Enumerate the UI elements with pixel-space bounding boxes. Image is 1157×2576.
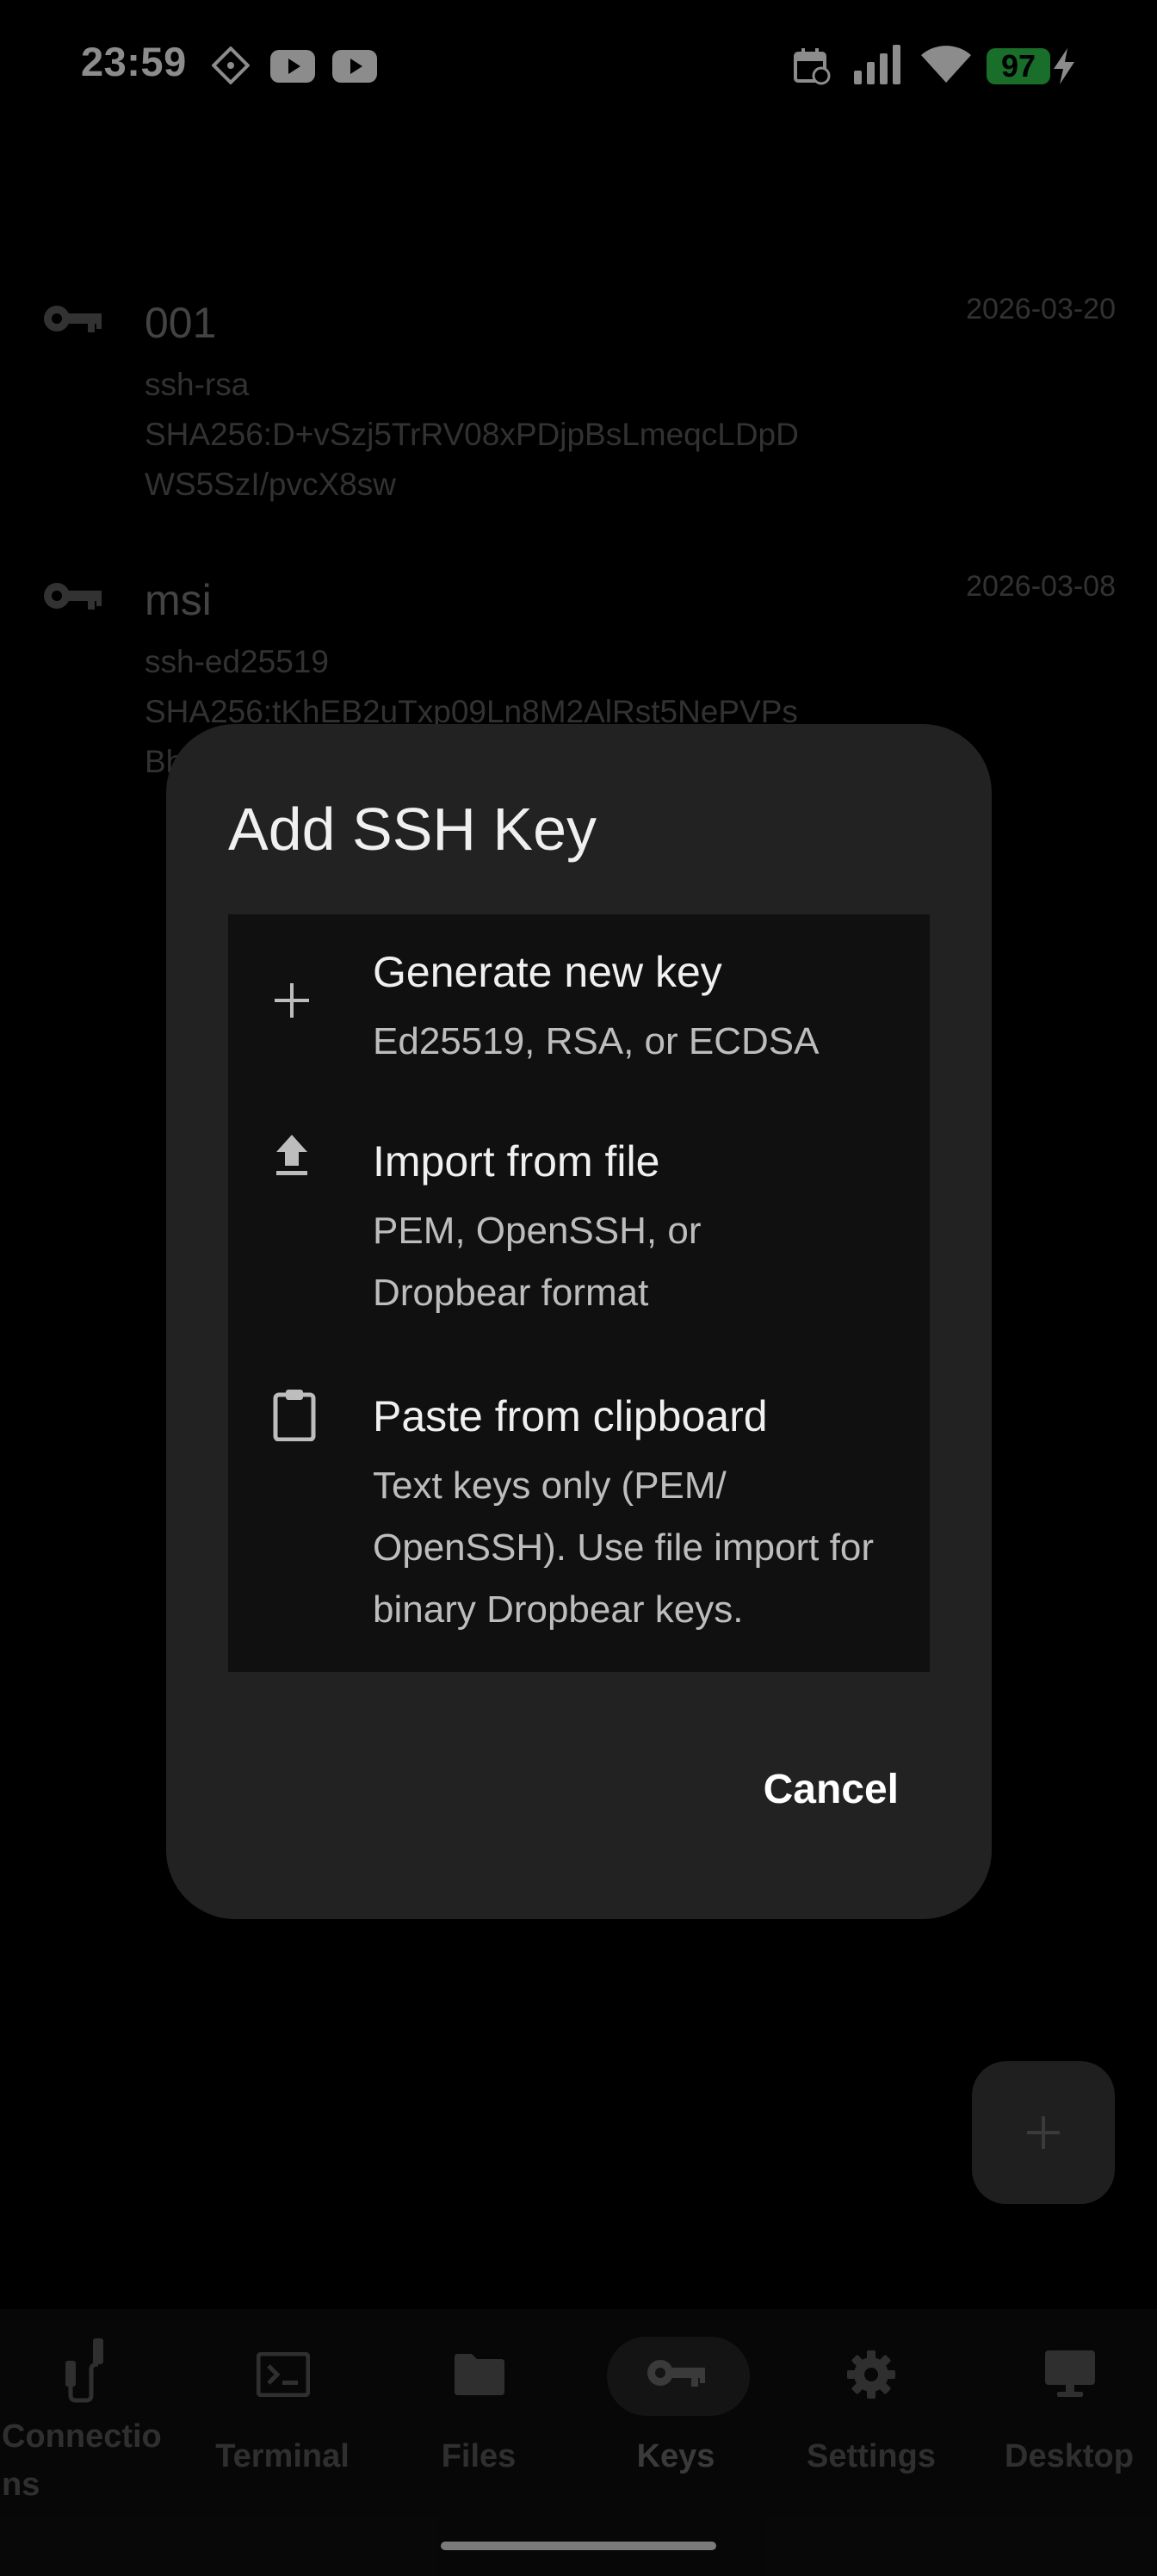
option-subtitle: Ed25519, RSA, or ECDSA	[373, 1020, 820, 1062]
options-list: Generate new key Ed25519, RSA, or ECDSA …	[228, 914, 930, 1672]
option-title: Paste from clipboard	[373, 1392, 768, 1440]
upload-icon	[276, 1135, 307, 1175]
paste-clipboard-option[interactable]: Paste from clipboard Text keys only (PEM…	[228, 1359, 930, 1672]
option-title: Import from file	[373, 1137, 660, 1186]
clipboard-icon	[273, 1390, 316, 1441]
generate-key-option[interactable]: Generate new key Ed25519, RSA, or ECDSA	[228, 914, 930, 1104]
option-subtitle: PEM, OpenSSH, or Dropbear format	[373, 1210, 702, 1314]
plus-icon	[275, 983, 309, 1018]
add-ssh-key-dialog: Add SSH Key Generate new key Ed25519, RS…	[166, 724, 992, 1919]
cancel-button[interactable]: Cancel	[764, 1766, 899, 1813]
dialog-title: Add SSH Key	[228, 796, 597, 863]
option-title: Generate new key	[373, 948, 722, 996]
option-subtitle: Text keys only (PEM/ OpenSSH). Use file …	[373, 1464, 874, 1631]
import-file-option[interactable]: Import from file PEM, OpenSSH, or Dropbe…	[228, 1104, 930, 1359]
